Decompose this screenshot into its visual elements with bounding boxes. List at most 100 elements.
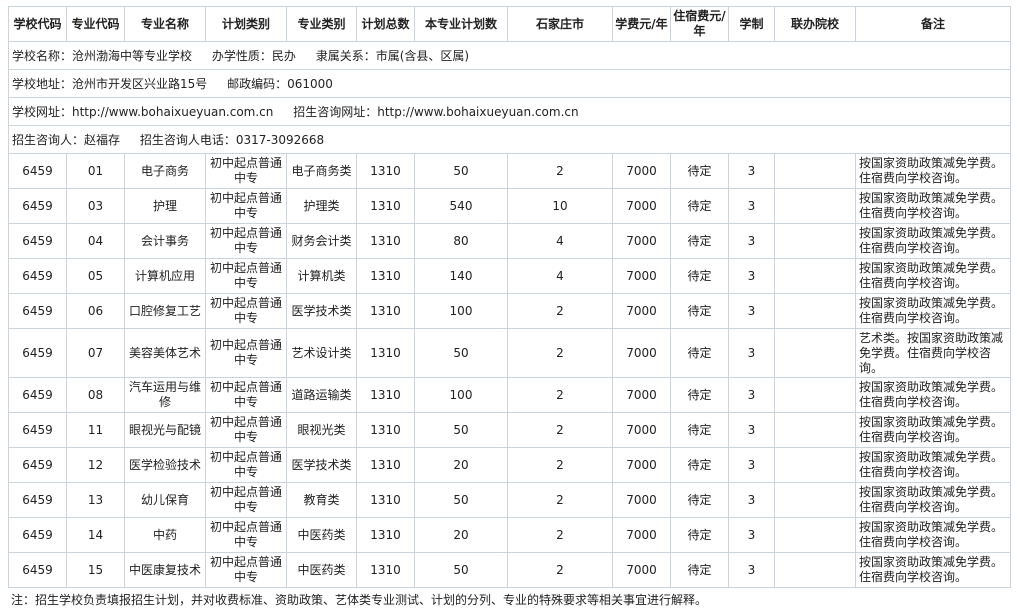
cell-shijiazhuang: 2 (507, 377, 613, 413)
cell-plan-total: 1310 (356, 517, 415, 553)
cell-tuition: 7000 (612, 447, 671, 483)
table-row: 6459 08 汽车运用与维修 初中起点普通中专 道路运输类 1310 100 2 7000 待定… (8, 377, 1011, 413)
cell-major-code: 06 (66, 293, 125, 329)
cell-plan-type: 初中起点普通中专 (205, 552, 287, 588)
cell-tuition: 7000 (612, 552, 671, 588)
header-major-plan-count: 本专业计划数 (414, 6, 508, 42)
cell-tuition: 7000 (612, 328, 671, 378)
cell-remarks: 按国家资助政策减免学费。住宿费向学校咨询。 (855, 153, 1011, 189)
cell-tuition: 7000 (612, 482, 671, 518)
cell-duration: 3 (728, 552, 775, 588)
cell-major-plan-count: 50 (414, 552, 508, 588)
cell-lodging-fee: 待定 (670, 482, 729, 518)
cell-major-plan-count: 50 (414, 412, 508, 448)
cell-tuition: 7000 (612, 412, 671, 448)
cell-tuition: 7000 (612, 293, 671, 329)
cell-remarks: 按国家资助政策减免学费。住宿费向学校咨询。 (855, 517, 1011, 553)
cell-remarks: 按国家资助政策减免学费。住宿费向学校咨询。 (855, 482, 1011, 518)
cell-major-name: 会计事务 (124, 223, 206, 259)
table-row: 6459 03 护理 初中起点普通中专 护理类 1310 540 10 7000 待定 3 按国家资助… (8, 188, 1011, 224)
header-major-code: 专业代码 (66, 6, 125, 42)
cell-major-category: 电子商务类 (286, 153, 357, 189)
header-major-category: 专业类别 (286, 6, 357, 42)
cell-major-category: 计算机类 (286, 258, 357, 294)
cell-plan-total: 1310 (356, 258, 415, 294)
cell-major-name: 汽车运用与维修 (124, 377, 206, 413)
cell-duration: 3 (728, 328, 775, 378)
cell-remarks: 按国家资助政策减免学费。住宿费向学校咨询。 (855, 258, 1011, 294)
cell-partner-school (774, 447, 856, 483)
cell-lodging-fee: 待定 (670, 412, 729, 448)
cell-tuition: 7000 (612, 517, 671, 553)
cell-lodging-fee: 待定 (670, 153, 729, 189)
cell-school-code: 6459 (8, 482, 67, 518)
cell-lodging-fee: 待定 (670, 552, 729, 588)
cell-plan-type: 初中起点普通中专 (205, 517, 287, 553)
cell-remarks: 艺术类。按国家资助政策减免学费。住宿费向学校咨询。 (855, 328, 1011, 378)
cell-school-code: 6459 (8, 258, 67, 294)
cell-plan-type: 初中起点普通中专 (205, 482, 287, 518)
header-plan-total: 计划总数 (356, 6, 415, 42)
cell-lodging-fee: 待定 (670, 188, 729, 224)
cell-duration: 3 (728, 377, 775, 413)
cell-plan-total: 1310 (356, 328, 415, 378)
cell-major-category: 财务会计类 (286, 223, 357, 259)
cell-plan-total: 1310 (356, 223, 415, 259)
cell-plan-type: 初中起点普通中专 (205, 223, 287, 259)
cell-remarks: 按国家资助政策减免学费。住宿费向学校咨询。 (855, 447, 1011, 483)
cell-tuition: 7000 (612, 223, 671, 259)
cell-plan-total: 1310 (356, 482, 415, 518)
cell-plan-total: 1310 (356, 293, 415, 329)
cell-major-name: 医学检验技术 (124, 447, 206, 483)
enrollment-table: 学校名称：沧州渤海中等专业学校 办学性质：民办 隶属关系：市属(含县、区属) 学… (8, 6, 1011, 588)
cell-remarks: 按国家资助政策减免学费。住宿费向学校咨询。 (855, 377, 1011, 413)
cell-duration: 3 (728, 517, 775, 553)
cell-major-code: 03 (66, 188, 125, 224)
cell-major-category: 眼视光类 (286, 412, 357, 448)
table-row: 6459 12 医学检验技术 初中起点普通中专 医学技术类 1310 20 2 7000 待定 3 按… (8, 447, 1011, 483)
cell-plan-total: 1310 (356, 188, 415, 224)
cell-school-code: 6459 (8, 153, 67, 189)
cell-major-name: 幼儿保育 (124, 482, 206, 518)
cell-partner-school (774, 258, 856, 294)
cell-partner-school (774, 412, 856, 448)
table-row: 6459 13 幼儿保育 初中起点普通中专 教育类 1310 50 2 7000 待定 3 按国家资助… (8, 482, 1011, 518)
school-contact: 招生咨询人：赵福存 (12, 133, 121, 147)
cell-duration: 3 (728, 153, 775, 189)
footnote: 注：招生学校负责填报招生计划，并对收费标准、资助政策、艺体类专业测试、计划的分列… (11, 593, 708, 607)
school-info-row-1: 学校名称：沧州渤海中等专业学校 办学性质：民办 隶属关系：市属(含县、区属) (8, 41, 1011, 70)
cell-major-plan-count: 100 (414, 377, 508, 413)
cell-school-code: 6459 (8, 447, 67, 483)
cell-lodging-fee: 待定 (670, 517, 729, 553)
cell-plan-type: 初中起点普通中专 (205, 412, 287, 448)
cell-major-code: 15 (66, 552, 125, 588)
cell-plan-type: 初中起点普通中专 (205, 258, 287, 294)
cell-duration: 3 (728, 293, 775, 329)
cell-plan-total: 1310 (356, 153, 415, 189)
cell-major-category: 教育类 (286, 482, 357, 518)
cell-plan-type: 初中起点普通中专 (205, 377, 287, 413)
cell-major-code: 04 (66, 223, 125, 259)
table-row: 6459 04 会计事务 初中起点普通中专 财务会计类 1310 80 4 7000 待定 3 按国家… (8, 223, 1011, 259)
enrollment-plan: 学校名称：沧州渤海中等专业学校 办学性质：民办 隶属关系：市属(含县、区属) 学… (8, 6, 1011, 588)
table-row: 6459 01 电子商务 初中起点普通中专 电子商务类 1310 50 2 7000 待定 3 按国家… (8, 153, 1011, 189)
cell-duration: 3 (728, 412, 775, 448)
cell-school-code: 6459 (8, 552, 67, 588)
cell-major-name: 眼视光与配镜 (124, 412, 206, 448)
cell-duration: 3 (728, 223, 775, 259)
cell-plan-type: 初中起点普通中专 (205, 153, 287, 189)
cell-major-name: 中医康复技术 (124, 552, 206, 588)
cell-shijiazhuang: 2 (507, 517, 613, 553)
cell-shijiazhuang: 2 (507, 482, 613, 518)
cell-duration: 3 (728, 258, 775, 294)
school-postcode: 邮政编码：061000 (227, 77, 333, 91)
cell-major-plan-count: 50 (414, 482, 508, 518)
header-partner-school: 联办院校 (774, 6, 856, 42)
cell-major-code: 08 (66, 377, 125, 413)
cell-shijiazhuang: 2 (507, 552, 613, 588)
cell-shijiazhuang: 4 (507, 258, 613, 294)
cell-major-category: 医学技术类 (286, 447, 357, 483)
cell-lodging-fee: 待定 (670, 223, 729, 259)
cell-partner-school (774, 552, 856, 588)
school-info-row-2: 学校地址：沧州市开发区兴业路15号 邮政编码：061000 (8, 69, 1011, 98)
